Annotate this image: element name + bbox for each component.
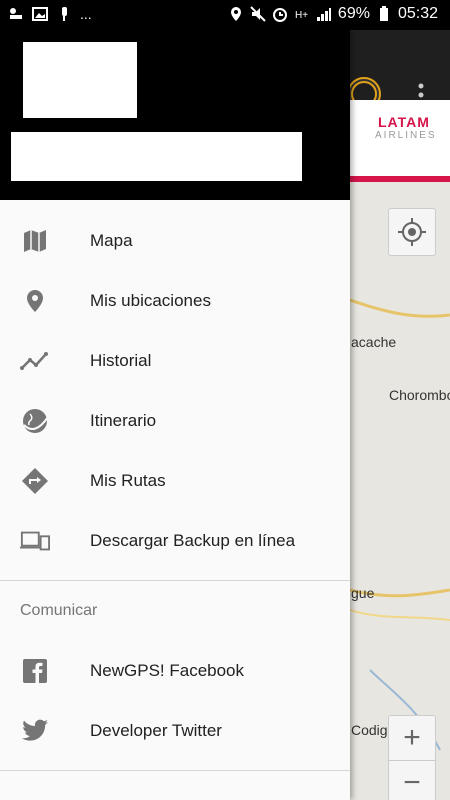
map-icon [20, 226, 50, 256]
status-bar: ... H+ 69% 05:32 [0, 0, 450, 30]
menu-item-historial[interactable]: Historial [0, 331, 350, 391]
divider [0, 770, 350, 771]
globe-plane-icon [20, 406, 50, 436]
app-notification-icon [10, 8, 22, 19]
menu-item-facebook[interactable]: NewGPS! Facebook [0, 641, 350, 701]
divider [0, 580, 350, 581]
status-left-icons: ... [8, 6, 92, 22]
status-dots: ... [80, 6, 92, 22]
menu-item-descargar-backup[interactable]: Descargar Backup en línea [0, 511, 350, 571]
devices-icon [20, 526, 50, 556]
twitter-icon [20, 716, 50, 746]
zoom-controls: + − [388, 715, 436, 800]
image-icon [32, 7, 48, 21]
alarm-icon [272, 8, 287, 22]
profile-image-placeholder [23, 42, 137, 118]
menu-label: Mis Rutas [90, 471, 166, 490]
zoom-in-button[interactable]: + [389, 716, 435, 760]
navigation-drawer: Mapa Mis ubicaciones Historial Itinerari… [0, 30, 350, 800]
clock: 05:32 [397, 5, 438, 22]
menu-label: Mis ubicaciones [90, 291, 211, 310]
status-right-icons: H+ 69% 05:32 [228, 5, 438, 23]
microphone-icon [62, 7, 67, 21]
menu-label: Historial [90, 351, 152, 370]
map-label: acache [351, 334, 397, 350]
menu-item-mis-ubicaciones[interactable]: Mis ubicaciones [0, 271, 350, 331]
section-title-comunicar: Comunicar [20, 602, 98, 619]
svg-text:H+: H+ [295, 10, 308, 21]
zoom-out-button[interactable]: − [389, 760, 435, 800]
menu-label: NewGPS! Facebook [90, 661, 245, 680]
location-status-icon [230, 7, 241, 21]
menu-item-mapa[interactable]: Mapa [0, 211, 350, 271]
battery-percent: 69% [337, 5, 370, 22]
menu-label: Mapa [90, 231, 133, 250]
map-roads [350, 298, 450, 751]
menu-item-itinerario[interactable]: Itinerario [0, 391, 350, 451]
menu-label: Descargar Backup en línea [90, 531, 296, 550]
location-pin-icon [20, 286, 50, 316]
menu-label: Developer Twitter [90, 721, 222, 740]
signal-icon [316, 8, 331, 21]
drawer-header [0, 30, 350, 200]
ad-brand: LATAM [378, 114, 430, 130]
map-label: gue [351, 585, 375, 601]
map-label: Chorombo [389, 387, 450, 403]
route-sign-icon [20, 466, 50, 496]
data-arrows-icon: H+ [295, 10, 308, 21]
profile-name-placeholder [11, 132, 302, 181]
history-line-icon [20, 346, 50, 376]
ad-sub: AIRLINES [375, 130, 437, 141]
facebook-icon [20, 656, 50, 686]
battery-icon [379, 6, 388, 21]
menu-item-twitter[interactable]: Developer Twitter [0, 701, 350, 761]
mute-icon [250, 6, 266, 22]
menu-item-mis-rutas[interactable]: Mis Rutas [0, 451, 350, 511]
menu-label: Itinerario [90, 411, 157, 430]
